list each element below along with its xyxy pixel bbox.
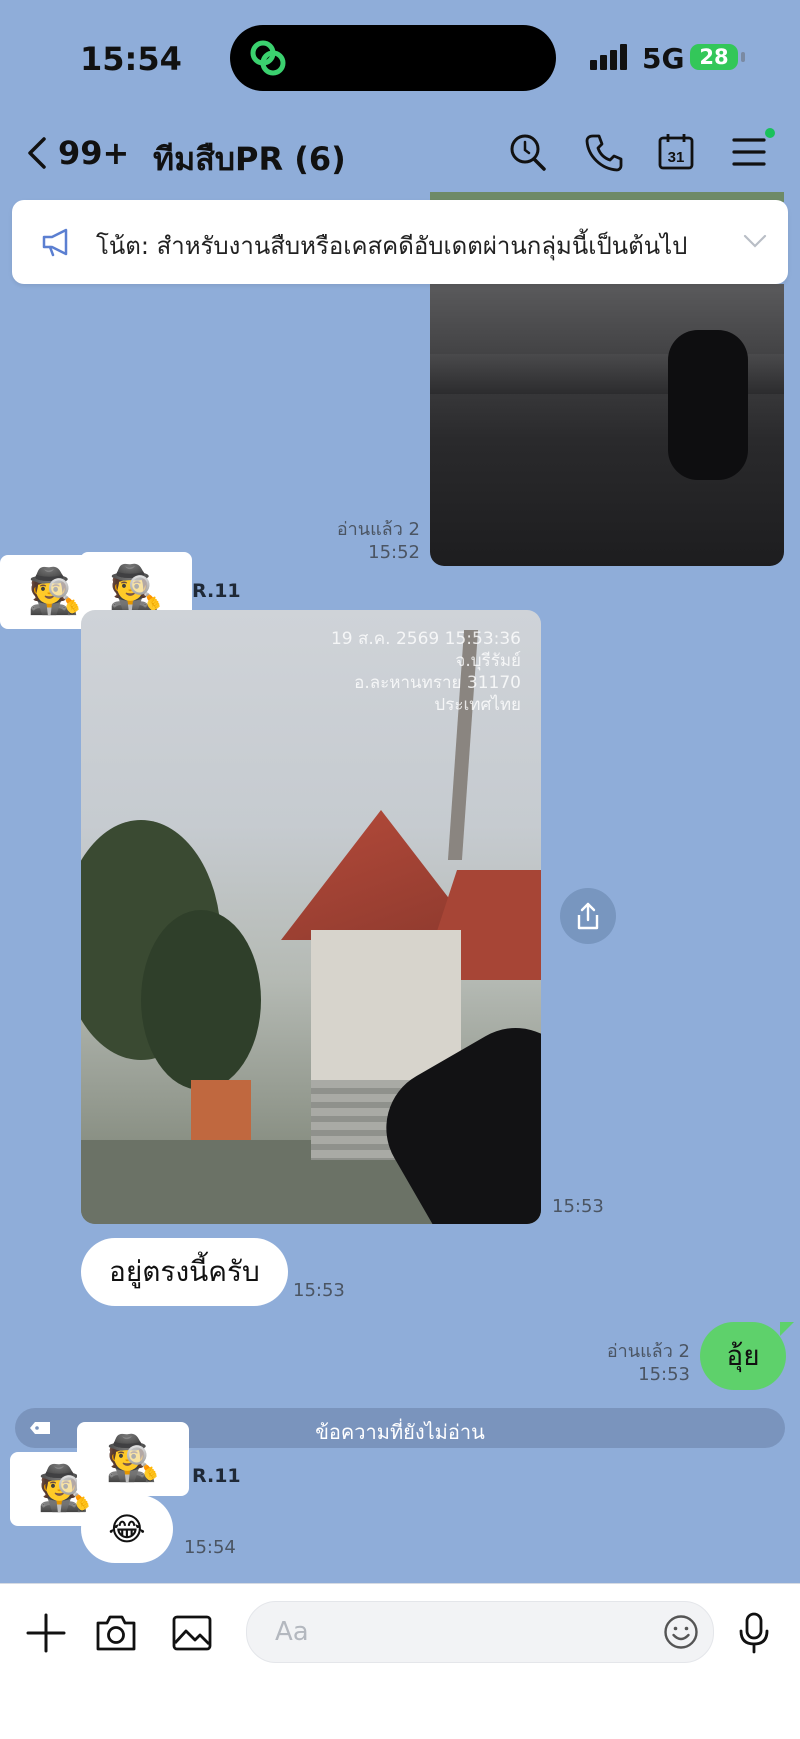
svg-text:31: 31: [668, 149, 685, 166]
message-time: 15:54: [184, 1537, 236, 1558]
message-bubble[interactable]: 😂: [81, 1495, 173, 1563]
message-meta: อ่านแล้ว 2 15:52: [300, 518, 420, 564]
share-icon: [577, 902, 599, 930]
emoji-icon[interactable]: [663, 1614, 699, 1650]
image-gallery-icon[interactable]: [170, 1611, 214, 1655]
battery-level: 28: [690, 44, 738, 70]
announcement-bar[interactable]: โน้ต: สำหรับงานสืบหรือเคสคดีอับเดตผ่านกล…: [12, 200, 788, 284]
menu-icon[interactable]: [730, 132, 770, 172]
message-meta: อ่านแล้ว 2 15:53: [570, 1340, 690, 1386]
share-button[interactable]: [560, 888, 616, 944]
battery-tip: [741, 52, 745, 62]
plus-icon[interactable]: [24, 1611, 68, 1655]
notification-dot: [765, 128, 775, 138]
message-time: 15:53: [293, 1280, 345, 1301]
chat-title[interactable]: ทีมสืบPR (6): [153, 134, 346, 185]
avatar[interactable]: 🕵️: [77, 1422, 189, 1496]
chevron-down-icon[interactable]: [742, 232, 768, 250]
back-chevron-icon[interactable]: [26, 136, 48, 170]
calendar-icon[interactable]: 31: [656, 132, 696, 172]
photo-timestamp-overlay: 19 ส.ค. 2569 15:53:36 จ.บุรีรัมย์ อ.ละหา…: [330, 629, 521, 715]
sender-name: R.11: [192, 580, 241, 602]
message-time: 15:52: [368, 542, 420, 563]
sender-name: R.11: [192, 1465, 241, 1487]
photo-temple[interactable]: 19 ส.ค. 2569 15:53:36 จ.บุรีรัมย์ อ.ละหา…: [81, 610, 541, 1224]
read-receipt: อ่านแล้ว 2: [336, 519, 420, 540]
announcement-text: โน้ต: สำหรับงานสืบหรือเคสคดีอับเดตผ่านกล…: [96, 232, 688, 260]
network-type: 5G: [642, 42, 685, 75]
line-link-icon: [250, 40, 286, 76]
message-time: 15:53: [552, 1196, 604, 1217]
dynamic-island: [230, 25, 556, 91]
camera-icon[interactable]: [94, 1611, 138, 1655]
search-icon[interactable]: [508, 132, 548, 172]
status-time: 15:54: [80, 40, 182, 78]
photo-car-interior[interactable]: [430, 284, 784, 566]
message-input-container[interactable]: [246, 1601, 714, 1663]
bubble-tail: [780, 1322, 794, 1336]
sent-message-bubble[interactable]: อุ้ย: [700, 1322, 786, 1390]
read-receipt: อ่านแล้ว 2: [606, 1341, 690, 1362]
megaphone-icon: [42, 228, 68, 257]
message-bubble[interactable]: อยู่ตรงนี้ครับ: [81, 1238, 288, 1306]
message-time: 15:53: [638, 1364, 690, 1385]
chat-background: 15:54 5G 28 99+ ทีมสืบPR (6) 31 โน้ต: สำ…: [0, 0, 800, 1583]
unread-count[interactable]: 99+: [58, 134, 129, 172]
message-input[interactable]: [273, 1616, 637, 1648]
phone-icon[interactable]: [584, 132, 624, 172]
microphone-icon[interactable]: [732, 1611, 776, 1655]
